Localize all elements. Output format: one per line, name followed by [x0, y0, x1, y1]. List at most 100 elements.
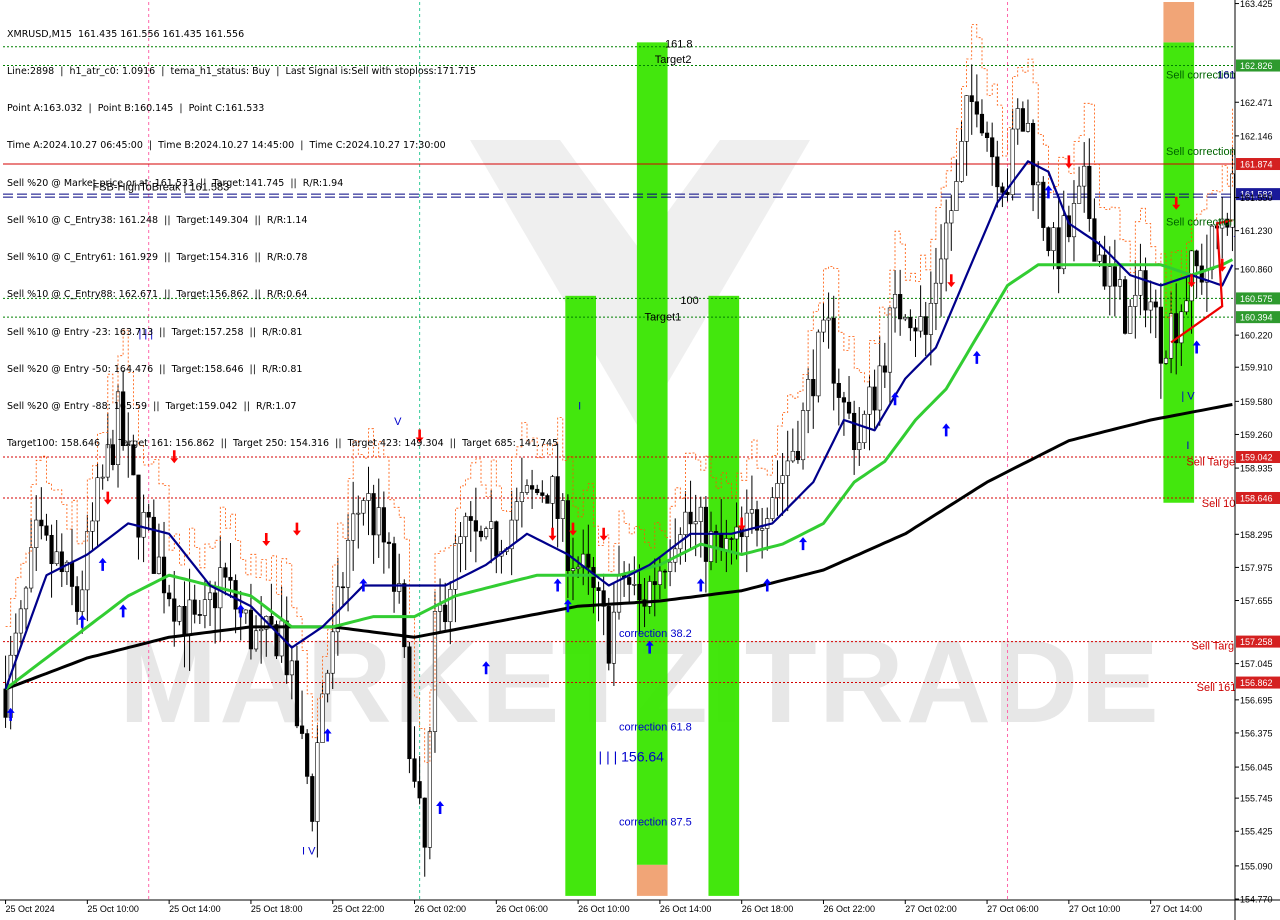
- candle-down: [627, 577, 632, 585]
- buy-arrow-icon: [6, 707, 15, 721]
- price-tick-label: 162.826: [1240, 61, 1273, 71]
- price-tick-label: 155.745: [1240, 794, 1273, 804]
- candle-down: [468, 516, 473, 521]
- time-tick-label: 25 Oct 10:00: [87, 904, 139, 914]
- candle-up: [187, 599, 192, 636]
- buy-arrow-icon: [553, 578, 562, 592]
- candle-up: [903, 317, 908, 320]
- candle-down: [299, 725, 305, 734]
- candle-up: [1138, 270, 1143, 296]
- candle-up: [816, 331, 821, 397]
- candle-up: [1076, 185, 1082, 204]
- candle-up: [826, 317, 831, 321]
- candle-up: [141, 512, 146, 538]
- price-tick-label: 158.295: [1240, 530, 1273, 540]
- info-symbol-line: XMRUSD,M15 161.435 161.556 161.435 161.5…: [7, 28, 245, 40]
- chart-annotation: | | | 156.64: [599, 748, 665, 764]
- candle-down: [979, 113, 985, 134]
- candle-down: [637, 583, 642, 601]
- candle-down: [391, 543, 397, 592]
- price-tick-label: 159.910: [1240, 363, 1273, 373]
- candle-up: [243, 609, 248, 614]
- candle-up: [877, 365, 882, 411]
- time-tick-label: 26 Oct 10:00: [578, 904, 630, 914]
- buy-arrow-icon: [942, 423, 951, 437]
- candle-down: [1123, 279, 1128, 334]
- candle-down: [1005, 192, 1010, 196]
- time-tick-label: 27 Oct 02:00: [905, 904, 957, 914]
- candle-down: [555, 476, 560, 519]
- candle-up: [453, 543, 458, 590]
- candle-up: [23, 587, 29, 610]
- candle-down: [1158, 306, 1163, 364]
- price-tick-label: 157.655: [1240, 596, 1273, 606]
- candle-up: [938, 258, 944, 284]
- candle-up: [657, 570, 662, 585]
- candle-up: [821, 319, 826, 333]
- info-targets-line: Target100: 158.646 || Target 161: 156.86…: [7, 438, 559, 450]
- price-tick-label: 156.045: [1240, 763, 1273, 773]
- candle-up: [760, 528, 765, 531]
- price-tick-label: 161.230: [1240, 226, 1273, 236]
- info-order-line: Sell %10 @ C_Entry61: 161.929 || Target:…: [7, 252, 308, 264]
- info-order-line: Sell %10 @ C_Entry38: 161.248 || Target:…: [7, 214, 308, 226]
- candle-down: [340, 586, 346, 589]
- candle-up: [376, 507, 381, 536]
- chart-annotation: I V: [302, 846, 316, 858]
- chart-window[interactable]: MARKETZITRADE FSB-HighToBreak | 161.5831…: [0, 0, 1280, 920]
- candle-down: [841, 397, 847, 403]
- candle-down: [984, 132, 990, 139]
- candle-up: [790, 450, 795, 462]
- candle-up: [1025, 122, 1031, 132]
- candle-up: [483, 528, 489, 538]
- chart-annotation: I: [578, 401, 581, 413]
- candle-up: [668, 561, 673, 572]
- candle-up: [887, 307, 893, 373]
- sell-arrow-icon: [1064, 155, 1073, 169]
- chart-annotation: 100: [680, 295, 698, 307]
- candle-down: [167, 592, 172, 600]
- info-order-line: Sell %20 @ Entry -88: 165.59 || Target:1…: [7, 401, 297, 412]
- candle-down: [310, 776, 315, 822]
- candle-up: [315, 742, 320, 822]
- target-zone-salmon: [1163, 2, 1195, 43]
- price-tick-label: 160.220: [1240, 331, 1273, 341]
- candle-up: [918, 316, 923, 332]
- candle-up: [693, 521, 698, 525]
- candle-up: [560, 500, 565, 519]
- candle-up: [576, 566, 581, 570]
- sell-arrow-icon: [292, 522, 301, 536]
- candle-up: [954, 181, 959, 211]
- candle-up: [550, 476, 555, 504]
- buy-arrow-icon: [972, 350, 981, 364]
- candle-up: [356, 512, 361, 515]
- chart-annotation: | V: [1181, 390, 1195, 402]
- candle-down: [69, 561, 75, 587]
- candle-down: [872, 386, 877, 411]
- target-zone-green: [708, 295, 740, 896]
- candle-up: [785, 460, 790, 476]
- price-tick-label: 157.258: [1240, 637, 1273, 647]
- candle-up: [944, 222, 949, 260]
- candle-down: [305, 733, 310, 777]
- candle-down: [688, 511, 693, 525]
- candle-down: [1153, 301, 1158, 308]
- candle-down: [565, 500, 570, 571]
- candle-down: [1030, 122, 1036, 186]
- candle-down: [1143, 270, 1148, 311]
- candle-down: [228, 576, 233, 581]
- candle-down: [990, 137, 995, 158]
- candle-down: [1102, 254, 1107, 287]
- candle-down: [1194, 250, 1199, 267]
- candle-up: [156, 556, 162, 574]
- price-tick-label: 158.646: [1240, 493, 1273, 503]
- candle-down: [213, 592, 218, 609]
- time-tick-label: 26 Oct 18:00: [742, 904, 794, 914]
- indicator-info-panel: XMRUSD,M15 161.435 161.556 161.435 161.5…: [7, 4, 558, 475]
- candle-up: [1209, 225, 1215, 270]
- candle-up: [320, 693, 325, 743]
- candle-up: [13, 632, 18, 656]
- candle-up: [514, 501, 519, 521]
- candle-down: [729, 538, 734, 540]
- price-tick-label: 161.874: [1240, 160, 1273, 170]
